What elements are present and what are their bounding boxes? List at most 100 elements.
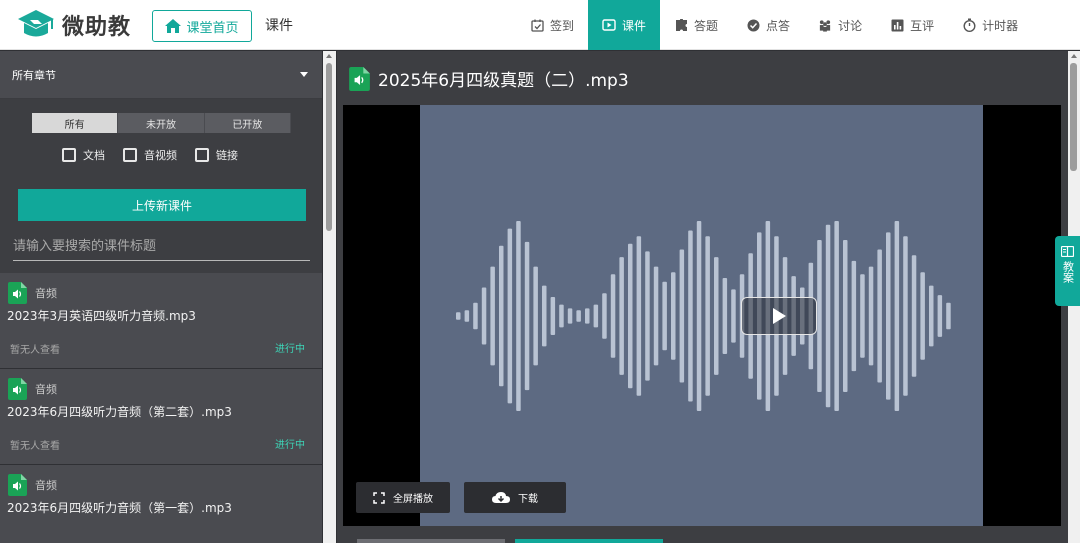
bar-chart-icon: [890, 18, 904, 32]
wave-bar: [610, 274, 616, 358]
bottom-tab-2[interactable]: [515, 539, 663, 543]
wave-bar: [559, 304, 564, 328]
play-square-icon: [602, 18, 616, 32]
wave-bar: [628, 243, 633, 389]
wave-bar: [576, 310, 581, 322]
scroll-up-icon[interactable]: [326, 54, 332, 58]
checkbox-box[interactable]: [62, 148, 76, 162]
status-badge: 进行中: [275, 440, 305, 451]
wave-bar: [542, 285, 547, 347]
wave-bar: [516, 221, 521, 411]
logo-text: 微助教: [62, 15, 132, 40]
checkbox-link[interactable]: 链接: [195, 147, 238, 163]
play-icon: [773, 308, 786, 324]
upload-courseware-button[interactable]: 上传新课件: [18, 189, 306, 221]
nav-discussion[interactable]: 讨论: [804, 0, 876, 50]
upload-area: 上传新课件: [0, 181, 322, 231]
bottom-tabs: [357, 539, 663, 543]
wave-bar: [464, 310, 470, 322]
wave-bar: [903, 236, 908, 396]
list-item[interactable]: 音频 2023年6月四级听力音频（第一套）.mp3: [0, 465, 322, 543]
filter-all[interactable]: 所有: [32, 113, 119, 133]
view-count: 暂无人查看: [10, 441, 60, 452]
wave-bar: [585, 308, 590, 324]
book-icon: [1061, 246, 1074, 257]
file-name: 2023年3月英语四级听力音频.mp3: [7, 309, 196, 323]
wave-bar: [507, 228, 513, 404]
viewer-scroll-thumb[interactable]: [1070, 63, 1077, 171]
wave-bar: [868, 266, 874, 366]
download-button[interactable]: 下载: [464, 482, 566, 513]
audio-file-icon: [349, 66, 370, 91]
wave-bar: [679, 249, 685, 383]
audio-file-icon: [8, 378, 27, 400]
nav-courseware-label: 课件: [622, 18, 647, 33]
filter-area: 所有 未开放 已开放 文档 音视频 链接: [0, 99, 322, 181]
wave-bar: [550, 297, 556, 335]
wave-bar: [851, 260, 857, 372]
file-type: 音频: [35, 479, 57, 492]
chevron-down-icon: [300, 72, 308, 77]
nav-pick-answer[interactable]: 点答: [732, 0, 804, 50]
nav-discussion-label: 讨论: [838, 18, 863, 33]
fullscreen-label: 全屏播放: [393, 494, 433, 505]
audio-file-icon: [8, 282, 27, 304]
checkbox-document[interactable]: 文档: [62, 147, 105, 163]
media-player[interactable]: 全屏播放 下载: [343, 105, 1061, 526]
cloud-download-icon: [492, 492, 510, 503]
wave-bar: [937, 295, 943, 337]
list-item[interactable]: 音频 2023年3月英语四级听力音频.mp3 暂无人查看 进行中: [0, 273, 322, 369]
wave-bar: [533, 266, 538, 366]
app-logo[interactable]: 微助教: [16, 6, 146, 44]
main-nav: 签到 课件 答题 点答 讨论 互评 计时器: [516, 0, 1032, 50]
bottom-tab-1[interactable]: [357, 539, 505, 543]
checkbox-media[interactable]: 音视频: [123, 147, 177, 163]
file-head: 音频: [8, 282, 57, 304]
breadcrumb: 课件: [265, 18, 293, 34]
filter-unopened[interactable]: 未开放: [118, 113, 205, 133]
logo-icon: [18, 10, 54, 37]
nav-pick-answer-label: 点答: [766, 18, 791, 33]
nav-peer-review[interactable]: 互评: [876, 0, 948, 50]
wave-bar: [886, 232, 891, 400]
chapter-select[interactable]: 所有章节: [0, 51, 322, 99]
nav-courseware[interactable]: 课件: [588, 0, 661, 50]
page-title: 2025年6月四级真题（二）.mp3: [378, 71, 629, 91]
wave-bar: [920, 272, 925, 360]
nav-timer[interactable]: 计时器: [948, 0, 1032, 50]
wave-bar: [894, 221, 900, 411]
search-area: [0, 231, 322, 273]
checkbox-box[interactable]: [195, 148, 209, 162]
sidebar-scroll-thumb[interactable]: [326, 63, 332, 231]
nav-signin[interactable]: 签到: [516, 0, 588, 50]
viewer-title: 2025年6月四级真题（二）.mp3: [349, 66, 629, 91]
search-input[interactable]: [13, 233, 310, 261]
type-filters: 文档 音视频 链接: [62, 147, 256, 163]
lesson-plan-tab[interactable]: 教案: [1055, 236, 1080, 306]
wave-bar: [860, 274, 865, 358]
people-icon: [818, 18, 832, 32]
fullscreen-button[interactable]: 全屏播放: [356, 482, 450, 513]
wave-bar: [567, 308, 573, 324]
wave-bar: [929, 285, 934, 347]
nav-quiz-label: 答题: [694, 18, 719, 33]
wave-bar: [662, 281, 667, 351]
wave-bar: [481, 287, 487, 345]
play-button[interactable]: [741, 297, 817, 335]
check-circle-icon: [746, 18, 760, 32]
filter-opened[interactable]: 已开放: [204, 113, 291, 133]
file-head: 音频: [8, 474, 57, 496]
stopwatch-icon: [962, 18, 976, 32]
classroom-home-label: 课堂首页: [186, 20, 239, 36]
list-item[interactable]: 音频 2023年6月四级听力音频（第二套）.mp3 暂无人查看 进行中: [0, 369, 322, 465]
status-badge: 进行中: [275, 344, 305, 355]
wave-bar: [636, 236, 642, 396]
classroom-home-button[interactable]: 课堂首页: [152, 10, 252, 42]
checkbox-box[interactable]: [123, 148, 137, 162]
sidebar-scrollbar[interactable]: [323, 51, 336, 543]
nav-quiz[interactable]: 答题: [660, 0, 732, 50]
lesson-plan-label: 教案: [1061, 261, 1075, 283]
wave-bar: [688, 230, 693, 402]
scroll-up-icon[interactable]: [1071, 54, 1077, 58]
wave-bar: [456, 312, 461, 320]
